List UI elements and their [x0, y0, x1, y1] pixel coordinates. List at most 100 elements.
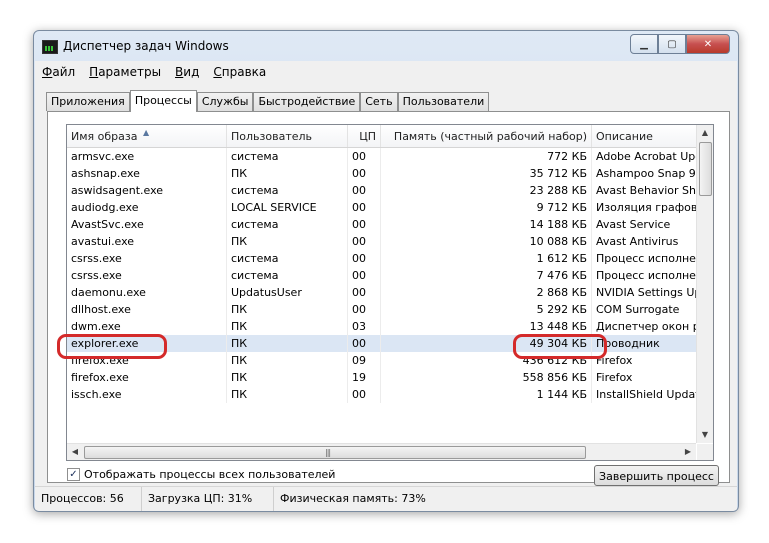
cell-memory: 9 712 КБ [381, 199, 592, 216]
menu-view[interactable]: Вид [168, 65, 206, 79]
vertical-scrollbar[interactable]: ▲ ▼ [696, 125, 713, 443]
cell-cpu: 03 [348, 318, 381, 335]
task-manager-window: Диспетчер задач Windows ▁ ▢ ✕ Файл Парам… [33, 30, 739, 512]
scroll-left-icon[interactable]: ◀ [67, 444, 83, 460]
tab-processes[interactable]: Процессы [129, 90, 197, 112]
cell-description: Проводник [596, 337, 660, 350]
horizontal-scrollbar[interactable]: ◀ ||| ▶ [67, 443, 696, 460]
column-image-name[interactable]: Имя образа ▲ [67, 125, 227, 147]
minimize-button[interactable]: ▁ [630, 34, 658, 54]
table-row[interactable]: armsvc.exe система 00 772 КБ Adobe Acrobat U… [67, 148, 696, 165]
cell-user: ПК [227, 369, 348, 386]
table-row[interactable]: dllhost.exe ПК 00 5 292 КБ COM Surrogate [67, 301, 696, 318]
column-header: Имя образа ▲ Пользователь ЦП Память (час… [67, 125, 696, 148]
column-memory[interactable]: Память (частный рабочий набор) [381, 125, 592, 147]
cell-cpu: 09 [348, 352, 381, 369]
table-row[interactable]: issch.exe ПК 00 1 144 КБ InstallShield Updat [67, 386, 696, 403]
scroll-down-icon[interactable]: ▼ [697, 427, 713, 443]
table-row[interactable]: avastui.exe ПК 00 10 088 КБ Avast Antivirus [67, 233, 696, 250]
cell-memory: 35 712 КБ [381, 165, 592, 182]
cell-image-name: dwm.exe [67, 318, 227, 335]
cell-cpu: 00 [348, 250, 381, 267]
column-user[interactable]: Пользователь [227, 125, 348, 147]
cell-memory: 5 292 КБ [381, 301, 592, 318]
cell-memory: 13 448 КБ [381, 318, 592, 335]
table-row[interactable]: aswidsagent.exe система 00 23 288 КБ Avast B… [67, 182, 696, 199]
process-list[interactable]: Имя образа ▲ Пользователь ЦП Память (час… [66, 124, 714, 461]
cell-memory: 2 868 КБ [381, 284, 592, 301]
cell-description: Avast Antivirus [596, 235, 679, 248]
column-image-name-label: Имя образа [71, 130, 138, 143]
scroll-up-icon[interactable]: ▲ [697, 125, 713, 141]
menu-view-label: ид [183, 65, 200, 79]
cell-user: ПК [227, 386, 348, 403]
show-all-processes-option[interactable]: ✓ Отображать процессы всех пользователей [67, 468, 335, 481]
cell-memory: 7 476 КБ [381, 267, 592, 284]
highlight-process-name [57, 334, 167, 359]
column-description[interactable]: Описание [592, 125, 696, 147]
status-processes: Процессов: 56 [35, 487, 142, 511]
cell-user: система [227, 182, 348, 199]
maximize-icon: ▢ [667, 38, 677, 50]
table-row[interactable]: AvastSvc.exe система 00 14 188 КБ Avast Serv… [67, 216, 696, 233]
maximize-button[interactable]: ▢ [658, 34, 686, 54]
tab-performance[interactable]: Быстродействие [253, 92, 361, 111]
table-row[interactable]: ashsnap.exe ПК 00 35 712 КБ Ashampoo Snap 9 [67, 165, 696, 182]
title-bar[interactable]: Диспетчер задач Windows ▁ ▢ ✕ [34, 31, 738, 61]
tab-applications[interactable]: Приложения [46, 92, 130, 111]
table-row[interactable]: csrss.exe система 00 1 612 КБ Процесс исполн… [67, 250, 696, 267]
show-all-checkbox[interactable]: ✓ [67, 468, 80, 481]
menu-bar: Файл Параметры Вид Справка [35, 61, 737, 83]
menu-help-label: правка [221, 65, 267, 79]
tab-services[interactable]: Службы [196, 92, 254, 111]
table-row[interactable]: csrss.exe система 00 7 476 КБ Процесс исполн… [67, 267, 696, 284]
cell-memory: 14 188 КБ [381, 216, 592, 233]
cell-cpu: 00 [348, 335, 381, 352]
cell-memory: 1 144 КБ [381, 386, 592, 403]
table-row[interactable]: audiodg.exe LOCAL SERVICE 00 9 712 КБ Изоляц… [67, 199, 696, 216]
cell-user: LOCAL SERVICE [227, 199, 348, 216]
cell-user: UpdatusUser [227, 284, 348, 301]
menu-file[interactable]: Файл [35, 65, 82, 79]
cell-cpu: 19 [348, 369, 381, 386]
cell-description: Firefox [596, 371, 633, 384]
end-process-button[interactable]: Завершить процесс [594, 465, 719, 486]
close-button[interactable]: ✕ [686, 34, 730, 54]
tab-network[interactable]: Сеть [360, 92, 398, 111]
cell-description: Изоляция графов [596, 201, 696, 214]
table-row[interactable]: firefox.exe ПК 19 558 856 КБ Firefox [67, 369, 696, 386]
cell-memory: 10 088 КБ [381, 233, 592, 250]
cell-description: Диспетчер окон р [596, 320, 696, 333]
task-manager-icon [42, 40, 58, 54]
menu-help-accel: С [213, 65, 222, 79]
cell-image-name: armsvc.exe [67, 148, 227, 165]
scroll-right-icon[interactable]: ▶ [680, 444, 696, 460]
menu-options[interactable]: Параметры [82, 65, 168, 79]
cell-cpu: 00 [348, 216, 381, 233]
table-row[interactable]: daemonu.exe UpdatusUser 00 2 868 КБ NVIDIA S… [67, 284, 696, 301]
cell-user: ПК [227, 165, 348, 182]
vertical-scroll-thumb[interactable] [699, 142, 712, 196]
cell-image-name: csrss.exe [67, 267, 227, 284]
cell-memory: 772 КБ [381, 148, 592, 165]
cell-image-name: issch.exe [67, 386, 227, 403]
window-controls: ▁ ▢ ✕ [630, 34, 730, 54]
cell-description: Процесс исполнен [596, 269, 696, 282]
client-area: Приложения Процессы Службы Быстродействи… [35, 83, 737, 487]
menu-options-label: араметры [98, 65, 162, 79]
cell-user: ПК [227, 318, 348, 335]
cell-cpu: 00 [348, 301, 381, 318]
tab-users[interactable]: Пользователи [397, 92, 490, 111]
table-row[interactable]: dwm.exe ПК 03 13 448 КБ Диспетчер окон р [67, 318, 696, 335]
cell-memory: 558 856 КБ [381, 369, 592, 386]
cell-cpu: 00 [348, 386, 381, 403]
cell-description: Avast Service [596, 218, 671, 231]
highlight-process-memory [513, 334, 607, 359]
menu-file-accel: Ф [42, 65, 53, 79]
process-rows: armsvc.exe система 00 772 КБ Adobe Acrobat U… [67, 148, 696, 403]
cell-image-name: audiodg.exe [67, 199, 227, 216]
menu-help[interactable]: Справка [206, 65, 273, 79]
column-cpu[interactable]: ЦП [348, 125, 381, 147]
cell-image-name: firefox.exe [67, 369, 227, 386]
horizontal-scroll-thumb[interactable]: ||| [84, 446, 586, 459]
